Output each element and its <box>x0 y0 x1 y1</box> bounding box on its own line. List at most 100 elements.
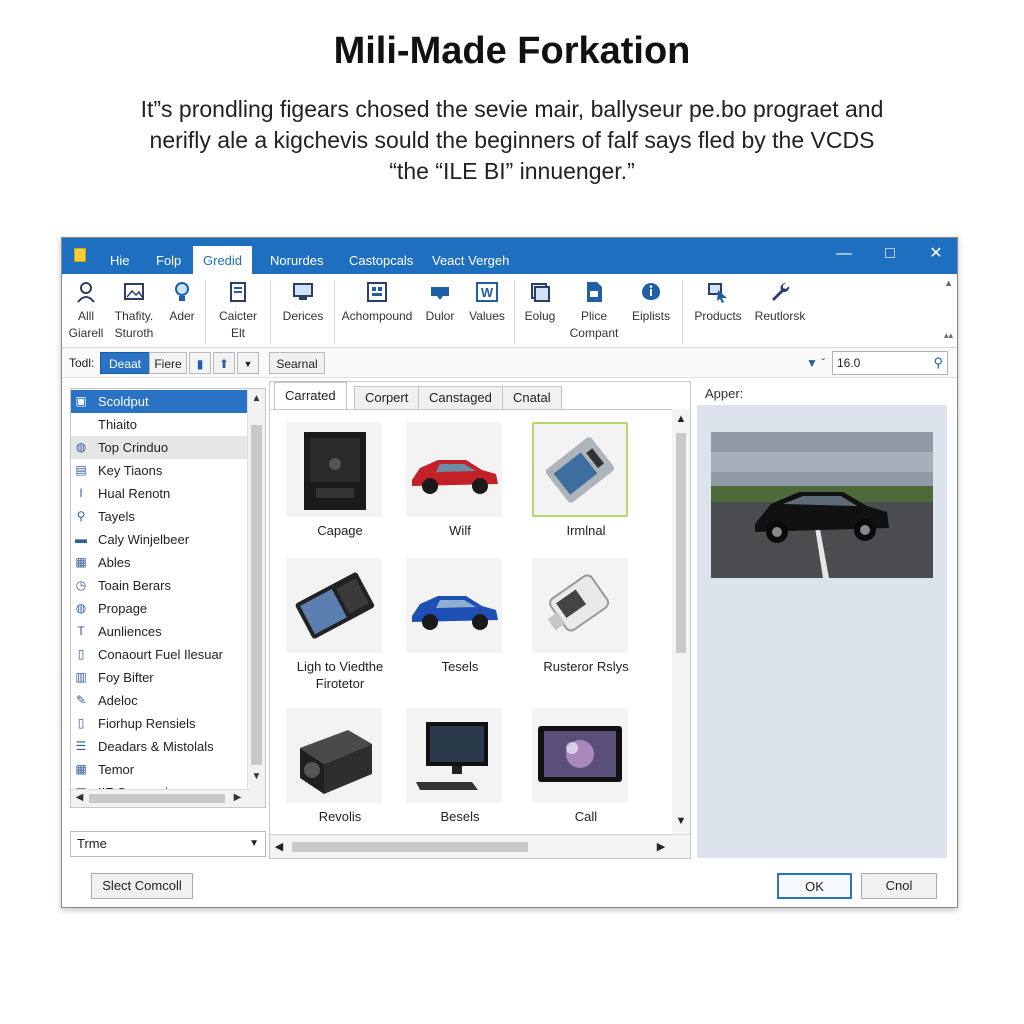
scroll-down-icon[interactable]: ▼ <box>672 815 690 827</box>
tile-item[interactable]: Ligh to Viedthe Firotetor <box>280 556 398 696</box>
scroll-thumb[interactable] <box>676 433 686 653</box>
sidebar-item[interactable]: ▦ Ables <box>71 551 247 574</box>
ribbon-item-eiplists[interactable]: Eiplists <box>628 280 674 325</box>
cancel-button[interactable]: Cnol <box>861 873 937 899</box>
ribbon-divider <box>682 280 683 344</box>
bookmark-icon[interactable]: ▮ <box>189 352 211 374</box>
toolbar-secondary-button[interactable]: Fiere <box>149 352 187 374</box>
up-arrow-icon[interactable]: ⬆ <box>213 352 235 374</box>
ribbon-item-dulor[interactable]: Dulor <box>420 280 460 325</box>
ribbon-label: Reutlorsk <box>754 309 806 323</box>
tab-cnatal[interactable]: Cnatal <box>502 386 562 409</box>
scroll-thumb[interactable] <box>89 794 225 803</box>
sidebar-item[interactable]: ▬ Caly Winjelbeer <box>71 528 247 551</box>
ribbon-item-caicter[interactable]: Caicter Elt <box>214 280 262 342</box>
ribbon: Alll Giarell Thafity. Sturoth Ader Caict… <box>62 274 957 348</box>
tab-corpert[interactable]: Corpert <box>354 386 420 409</box>
intro-line: nerifly ale a kigchevis sould the beginn… <box>149 127 875 153</box>
scroll-thumb[interactable] <box>251 425 262 765</box>
sidebar-item[interactable]: ☰ Deadars & Mistolals <box>71 735 247 758</box>
text-cursor-icon: I <box>79 486 83 500</box>
ribbon-item-reutlorsk[interactable]: Reutlorsk <box>752 280 808 325</box>
sidebar-item[interactable]: ▯ Conaourt Fuel Ilesuar <box>71 643 247 666</box>
menu-tab-gredid[interactable]: Gredid <box>193 246 253 274</box>
scroll-left-icon[interactable]: ◀ <box>71 792 88 803</box>
select-control-button[interactable]: Slect Comcoll <box>91 873 193 899</box>
tile-item[interactable]: Tesels <box>400 556 518 696</box>
sidebar-item[interactable]: ⚲ Tayels <box>71 505 247 528</box>
chevron-down-icon[interactable]: ▼ <box>237 352 259 374</box>
scroll-thumb[interactable] <box>292 842 528 852</box>
ribbon-item-plice-compant[interactable]: Plice Compant <box>566 280 622 342</box>
sidebar-item[interactable]: ▥ Foy Bifter <box>71 666 247 689</box>
tile-item[interactable]: Call <box>526 706 644 834</box>
sidebar-item[interactable]: ◍ Top Crinduo <box>71 436 247 459</box>
ok-button[interactable]: OK <box>777 873 852 899</box>
desktop-thumbnail <box>406 708 502 803</box>
toolbar-label: Todl: <box>69 356 95 370</box>
sidebar-item[interactable]: ▯ Fiorhup Rensiels <box>71 712 247 735</box>
tile-label: Tesels <box>441 659 479 674</box>
menu-tab-norurdes[interactable]: Norurdes <box>260 246 333 274</box>
minimize-button[interactable]: — <box>822 242 866 268</box>
scroll-left-icon[interactable]: ◀ <box>270 840 288 853</box>
sidebar-horizontal-scrollbar[interactable]: ◀ ▶ <box>71 789 249 807</box>
search-input[interactable]: 16.0 ⚲ <box>832 351 948 375</box>
sidebar-item[interactable]: ◷ Toain Berars <box>71 574 247 597</box>
close-button[interactable]: ✕ <box>914 242 958 268</box>
sidebar-select[interactable]: Trme ▼ <box>70 831 266 857</box>
search-icon[interactable]: ⚲ <box>933 352 943 374</box>
search-tab[interactable]: Searnal <box>269 352 325 374</box>
ribbon-label: Plice Compant <box>569 309 619 340</box>
file-icon <box>581 280 607 304</box>
sidebar-item[interactable]: ▤ Key Tiaons <box>71 459 247 482</box>
globe-icon: ◍ <box>75 440 87 454</box>
tab-carrated[interactable]: Carrated <box>274 382 347 410</box>
sidebar-item[interactable]: I Hual Renotn <box>71 482 247 505</box>
sidebar-item[interactable]: ▦ Temor <box>71 758 247 781</box>
scroll-right-icon[interactable]: ▶ <box>229 792 246 803</box>
scroll-down-icon[interactable]: ▼ <box>248 771 265 782</box>
ribbon-expand-icon[interactable]: ▴▴ <box>944 330 953 341</box>
scroll-up-icon[interactable]: ▲ <box>248 393 265 404</box>
ribbon-item-ader[interactable]: Ader <box>164 280 200 325</box>
sidebar-vertical-scrollbar[interactable]: ▲ ▼ <box>247 389 265 807</box>
content-vertical-scrollbar[interactable]: ▲ ▼ <box>672 409 690 834</box>
toolbar: Todl: Deaat Fiere ▮ ⬆ ▼ Searnal ▼ ˇ 16.0… <box>62 348 957 378</box>
tile-item[interactable]: Besels <box>400 706 518 834</box>
menu-tab-castopcals[interactable]: Castopcals <box>339 246 423 274</box>
ribbon-item-thafity[interactable]: Thafity. Sturoth <box>110 280 158 342</box>
ribbon-item-derices[interactable]: Derices <box>278 280 328 325</box>
ribbon-item-products[interactable]: Products <box>690 280 746 325</box>
menu-tab-folp[interactable]: Folp <box>146 246 191 274</box>
tile-item[interactable]: Rusteror Rslys <box>526 556 644 696</box>
monitor-icon <box>290 280 316 304</box>
ribbon-item-eolug[interactable]: Eolug <box>520 280 560 325</box>
tile-item[interactable]: Capage <box>280 420 398 560</box>
sidebar-item[interactable]: Thiaito <box>71 413 247 436</box>
toolbar-primary-button[interactable]: Deaat <box>100 352 150 374</box>
sidebar-item[interactable]: T Aunliences <box>71 620 247 643</box>
scroll-up-icon[interactable]: ▲ <box>672 413 690 425</box>
tile-item[interactable]: Irmlnal <box>526 420 644 560</box>
ribbon-item-all[interactable]: Alll Giarell <box>68 280 104 342</box>
globe-icon: ◍ <box>75 601 87 615</box>
sidebar-item[interactable]: ◍ Propage <box>71 597 247 620</box>
ribbon-item-values[interactable]: W Values <box>466 280 508 325</box>
chevron-down-icon[interactable]: ▼ <box>249 832 259 856</box>
sidebar-item[interactable]: ✎ Adeloc <box>71 689 247 712</box>
tile-item[interactable]: Wilf <box>400 420 518 560</box>
filter-icon[interactable]: ▼ ˇ <box>806 356 825 370</box>
sidebar-item[interactable]: ▣ Scoldput <box>71 390 247 413</box>
menu-tab-veact-vergeh[interactable]: Veact Vergeh <box>422 246 519 274</box>
content-horizontal-scrollbar[interactable]: ◀ ▶ <box>270 834 690 858</box>
ribbon-scroll-up-icon[interactable]: ▲ <box>944 278 953 288</box>
scroll-right-icon[interactable]: ▶ <box>652 840 670 853</box>
tile-item[interactable]: Revolis <box>280 706 398 834</box>
tab-canstaged[interactable]: Canstaged <box>418 386 503 409</box>
menu-tab-file[interactable]: Hie <box>100 246 140 274</box>
tag-icon <box>427 280 453 304</box>
red-car-thumbnail <box>406 422 502 517</box>
ribbon-item-achompound[interactable]: Achompound <box>340 280 414 325</box>
maximize-button[interactable]: □ <box>868 242 912 268</box>
